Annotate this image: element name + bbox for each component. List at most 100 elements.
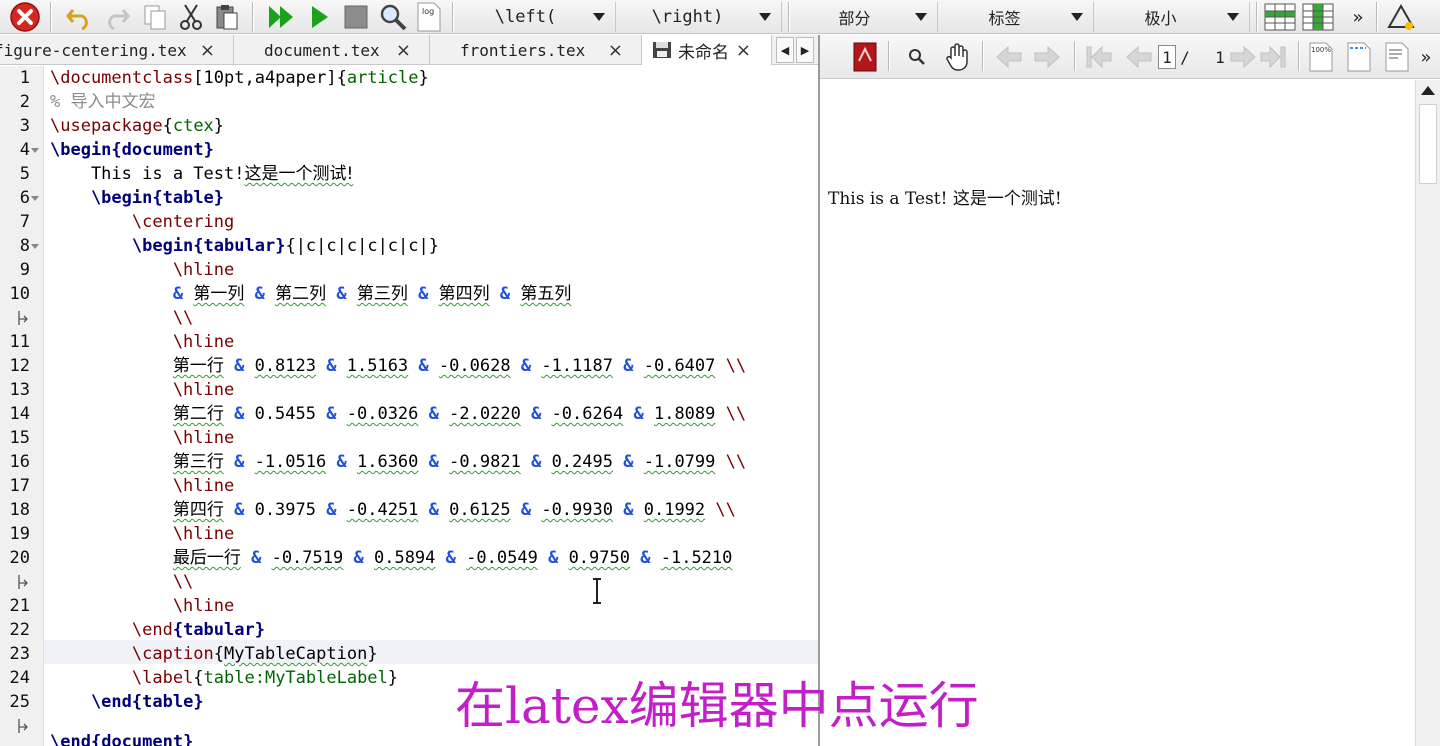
cut-icon[interactable] [174, 3, 208, 31]
line-number: 10 [9, 284, 30, 304]
code-line: \label{table:MyTableLabel} [50, 668, 399, 688]
line-number: 3 [19, 116, 30, 136]
line-number: 15 [9, 428, 30, 448]
fold-marker-icon[interactable] [31, 148, 39, 153]
chevron-down-icon [593, 13, 605, 21]
line-number: 24 [9, 668, 30, 688]
code-line: \hline [50, 476, 235, 496]
close-icon[interactable]: × [200, 40, 215, 61]
tab-scroll-right-button[interactable]: ▶ [796, 37, 814, 63]
chevron-down-icon [1071, 13, 1083, 21]
next-page-icon[interactable] [1226, 41, 1260, 73]
scrollbar-thumb[interactable] [1419, 104, 1437, 184]
tab-untitled[interactable]: 未命名 × [642, 35, 772, 65]
toolbar-overflow-button[interactable]: » [1346, 3, 1370, 31]
left-delimiter-value: \left( [494, 7, 557, 27]
section-select[interactable]: 部分 [794, 2, 938, 32]
stop-square-icon[interactable] [340, 3, 372, 31]
line-number: 23 [9, 644, 30, 664]
section-value: 部分 [838, 9, 871, 28]
paste-icon[interactable] [210, 3, 244, 31]
stop-icon[interactable] [6, 2, 44, 32]
line-number: 21 [9, 596, 30, 616]
pdf-toolbar-overflow-button[interactable]: » [1416, 41, 1436, 73]
editor-tab-bar: figure-centering.tex × document.tex × fr… [0, 35, 818, 65]
code-line: \documentclass[10pt,a4paper]{article} [50, 68, 429, 88]
tab-scroll-left-button[interactable]: ◀ [776, 37, 794, 63]
line-number: 5 [19, 164, 30, 184]
left-delimiter-select[interactable]: \left( [458, 2, 616, 32]
pdf-rendered-text: This is a Test! 这是一个测试! [828, 189, 1062, 209]
code-line: 第三行 & -1.0516 & 1.6360 & -0.9821 & 0.249… [172, 452, 747, 472]
fold-marker-icon[interactable] [31, 196, 39, 201]
tab-label: frontiers.tex [460, 40, 586, 60]
line-number: 6 [19, 188, 30, 208]
code-line: \end{tabular} [50, 620, 265, 640]
chevron-down-icon [1227, 13, 1239, 21]
code-line: \centering [50, 212, 235, 232]
line-number: 19 [9, 524, 30, 544]
log-icon[interactable]: log [414, 2, 444, 32]
build-and-view-icon[interactable] [264, 3, 300, 31]
previous-page-icon[interactable] [1122, 41, 1156, 73]
close-icon[interactable]: × [736, 40, 751, 61]
page-number-input[interactable]: 1 [1158, 45, 1176, 69]
line-number: 17 [9, 476, 30, 496]
right-delimiter-value: \right) [651, 7, 724, 27]
line-number: 18 [9, 500, 30, 520]
view-pdf-icon[interactable] [376, 3, 410, 31]
line-number: 25 [9, 692, 30, 712]
triangle-warning-icon[interactable] [1384, 3, 1418, 31]
close-icon[interactable]: × [396, 40, 411, 61]
code-line: 最后一行 & -0.7519 & 0.5894 & -0.0549 & 0.97… [172, 548, 733, 568]
fit-width-icon[interactable] [1344, 41, 1374, 73]
label-value: 标签 [988, 9, 1021, 28]
tab-document[interactable]: document.tex × [234, 35, 430, 65]
line-number: 7 [19, 212, 30, 232]
pdf-preview[interactable]: This is a Test! 这是一个测试! [820, 80, 1415, 746]
close-icon[interactable]: × [608, 40, 623, 61]
back-arrow-icon[interactable] [992, 41, 1026, 73]
code-line: \hline [50, 428, 235, 448]
tab-label: 未命名 [678, 42, 729, 63]
last-page-icon[interactable] [1256, 41, 1290, 73]
redo-icon[interactable] [100, 3, 134, 31]
tab-frontiers[interactable]: frontiers.tex × [430, 35, 642, 65]
line-number: 14 [9, 404, 30, 424]
code-line: \usepackage{ctex} [50, 116, 225, 136]
code-line: \begin{tabular}{|c|c|c|c|c|c|} [50, 236, 439, 256]
svg-text:log: log [422, 7, 434, 16]
forward-arrow-icon[interactable] [1030, 41, 1064, 73]
line-number: 16 [9, 452, 30, 472]
search-icon[interactable] [902, 41, 932, 73]
first-page-icon[interactable] [1082, 41, 1116, 73]
tab-figure-centering[interactable]: figure-centering.tex × [0, 35, 234, 65]
code-area[interactable]: \documentclass[10pt,a4paper]{article} % … [50, 66, 818, 746]
table-columns-icon[interactable] [1300, 3, 1336, 31]
right-delimiter-select[interactable]: \right) [616, 2, 782, 32]
run-icon[interactable] [304, 3, 336, 31]
size-select[interactable]: 极小 [1094, 2, 1250, 32]
zoom-100-icon[interactable]: 100% [1306, 41, 1336, 73]
line-number: 11 [9, 332, 30, 352]
code-line: \\ [50, 308, 194, 328]
svg-text:100%: 100% [1311, 46, 1331, 54]
undo-icon[interactable] [62, 3, 96, 31]
copy-icon[interactable] [138, 3, 172, 31]
pdf-book-icon[interactable] [848, 41, 882, 73]
scroll-up-icon[interactable] [1421, 86, 1435, 95]
page-separator: / [1180, 47, 1190, 67]
code-comment: % 导入中文宏 [50, 92, 156, 112]
tab-label: figure-centering.tex [0, 40, 187, 60]
latex-editor[interactable]: 1 2 3 4 5 6 7 8 9 10 11 12 13 14 15 16 1… [0, 66, 818, 746]
table-rows-icon[interactable] [1262, 3, 1298, 31]
pdf-vertical-scrollbar[interactable] [1415, 80, 1440, 746]
fold-marker-icon[interactable] [31, 244, 39, 249]
main-toolbar: log \left( \right) 部分 标签 极小 » [0, 0, 1440, 34]
code-line: \hline [50, 524, 235, 544]
label-select[interactable]: 标签 [938, 2, 1094, 32]
save-icon [652, 41, 672, 63]
hand-tool-icon[interactable] [942, 41, 974, 73]
code-line: \begin{table} [50, 188, 225, 208]
fit-page-icon[interactable] [1382, 41, 1412, 73]
